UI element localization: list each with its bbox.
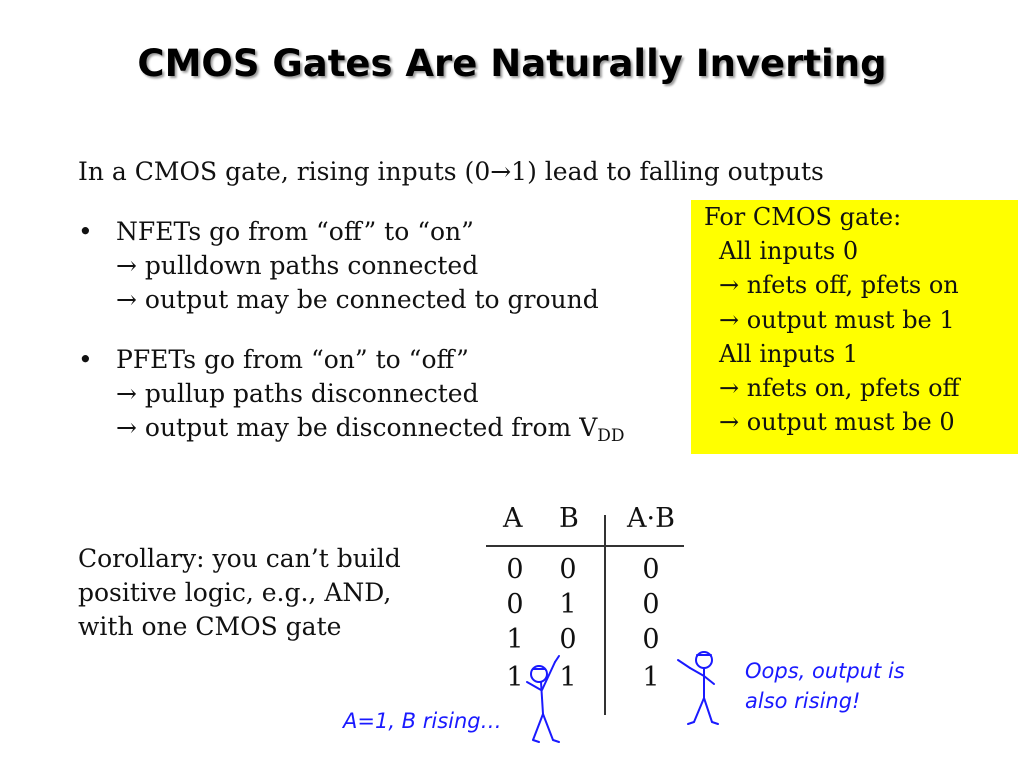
truth-table-cell: 0	[506, 554, 524, 585]
truth-table-header-output: A·B	[627, 503, 675, 534]
note-output-rising: Oops, output is also rising!	[745, 656, 905, 716]
corollary-line: positive logic, e.g., AND,	[78, 578, 392, 607]
stick-figure-right-icon	[677, 651, 719, 725]
callout-line: For CMOS gate:	[704, 203, 902, 231]
note-a-b-rising: A=1, B rising…	[343, 706, 502, 736]
corollary-line: Corollary: you can’t build	[78, 544, 401, 573]
truth-table-cell: 0	[642, 624, 660, 655]
bullet-marker: •	[78, 345, 93, 374]
callout-line: → output must be 0	[719, 408, 955, 437]
truth-table-divider-vertical	[604, 515, 606, 715]
callout-line: All inputs 0	[719, 237, 859, 266]
callout-line: All inputs 1	[719, 339, 859, 368]
corollary-line: with one CMOS gate	[78, 612, 342, 641]
bullet-line: → output may be connected to ground	[116, 285, 599, 314]
truth-table-cell: 0	[559, 554, 577, 585]
bullet-line: PFETs go from “on” to “off”	[116, 345, 469, 374]
slide-title: CMOS Gates Are Naturally Inverting	[137, 42, 887, 85]
stick-figure-left-icon	[526, 655, 560, 743]
truth-table-header-a: A	[503, 503, 523, 534]
callout-line: → nfets off, pfets on	[719, 271, 959, 300]
corollary-text: Corollary: you can’t build positive logi…	[78, 542, 401, 644]
note-line: Oops, output is	[745, 659, 905, 683]
truth-table-cell: 0	[642, 589, 660, 620]
cmos-callout-box: For CMOS gate: All inputs 0 → nfets off,…	[691, 200, 1018, 454]
callout-line: → output must be 1	[719, 305, 955, 334]
note-line: also rising!	[745, 689, 861, 713]
truth-table-cell: 1	[642, 662, 660, 693]
truth-table-header-b: B	[559, 503, 579, 534]
truth-table-cell: 1	[559, 589, 577, 620]
note-line: A=1, B rising…	[343, 709, 502, 733]
bullet-line-vdd: → output may be disconnected from VDD	[116, 411, 625, 453]
callout-line: → nfets on, pfets off	[719, 374, 960, 403]
vdd-subscript: DD	[597, 426, 625, 446]
bullet-line-text: → output may be disconnected from V	[116, 413, 598, 442]
truth-table-cell: 0	[559, 624, 577, 655]
truth-table-cell: 0	[642, 554, 660, 585]
bullet-marker: •	[78, 217, 93, 246]
bullet-line: NFETs go from “off” to “on”	[116, 217, 474, 246]
intro-text: In a CMOS gate, rising inputs (0→1) lead…	[78, 157, 824, 186]
truth-table-divider-horizontal	[486, 545, 684, 547]
bullet-line: → pulldown paths connected	[116, 251, 479, 280]
bullet-line: → pullup paths disconnected	[116, 379, 479, 408]
truth-table-cell: 0	[506, 589, 524, 620]
truth-table-cell: 1	[506, 624, 524, 655]
